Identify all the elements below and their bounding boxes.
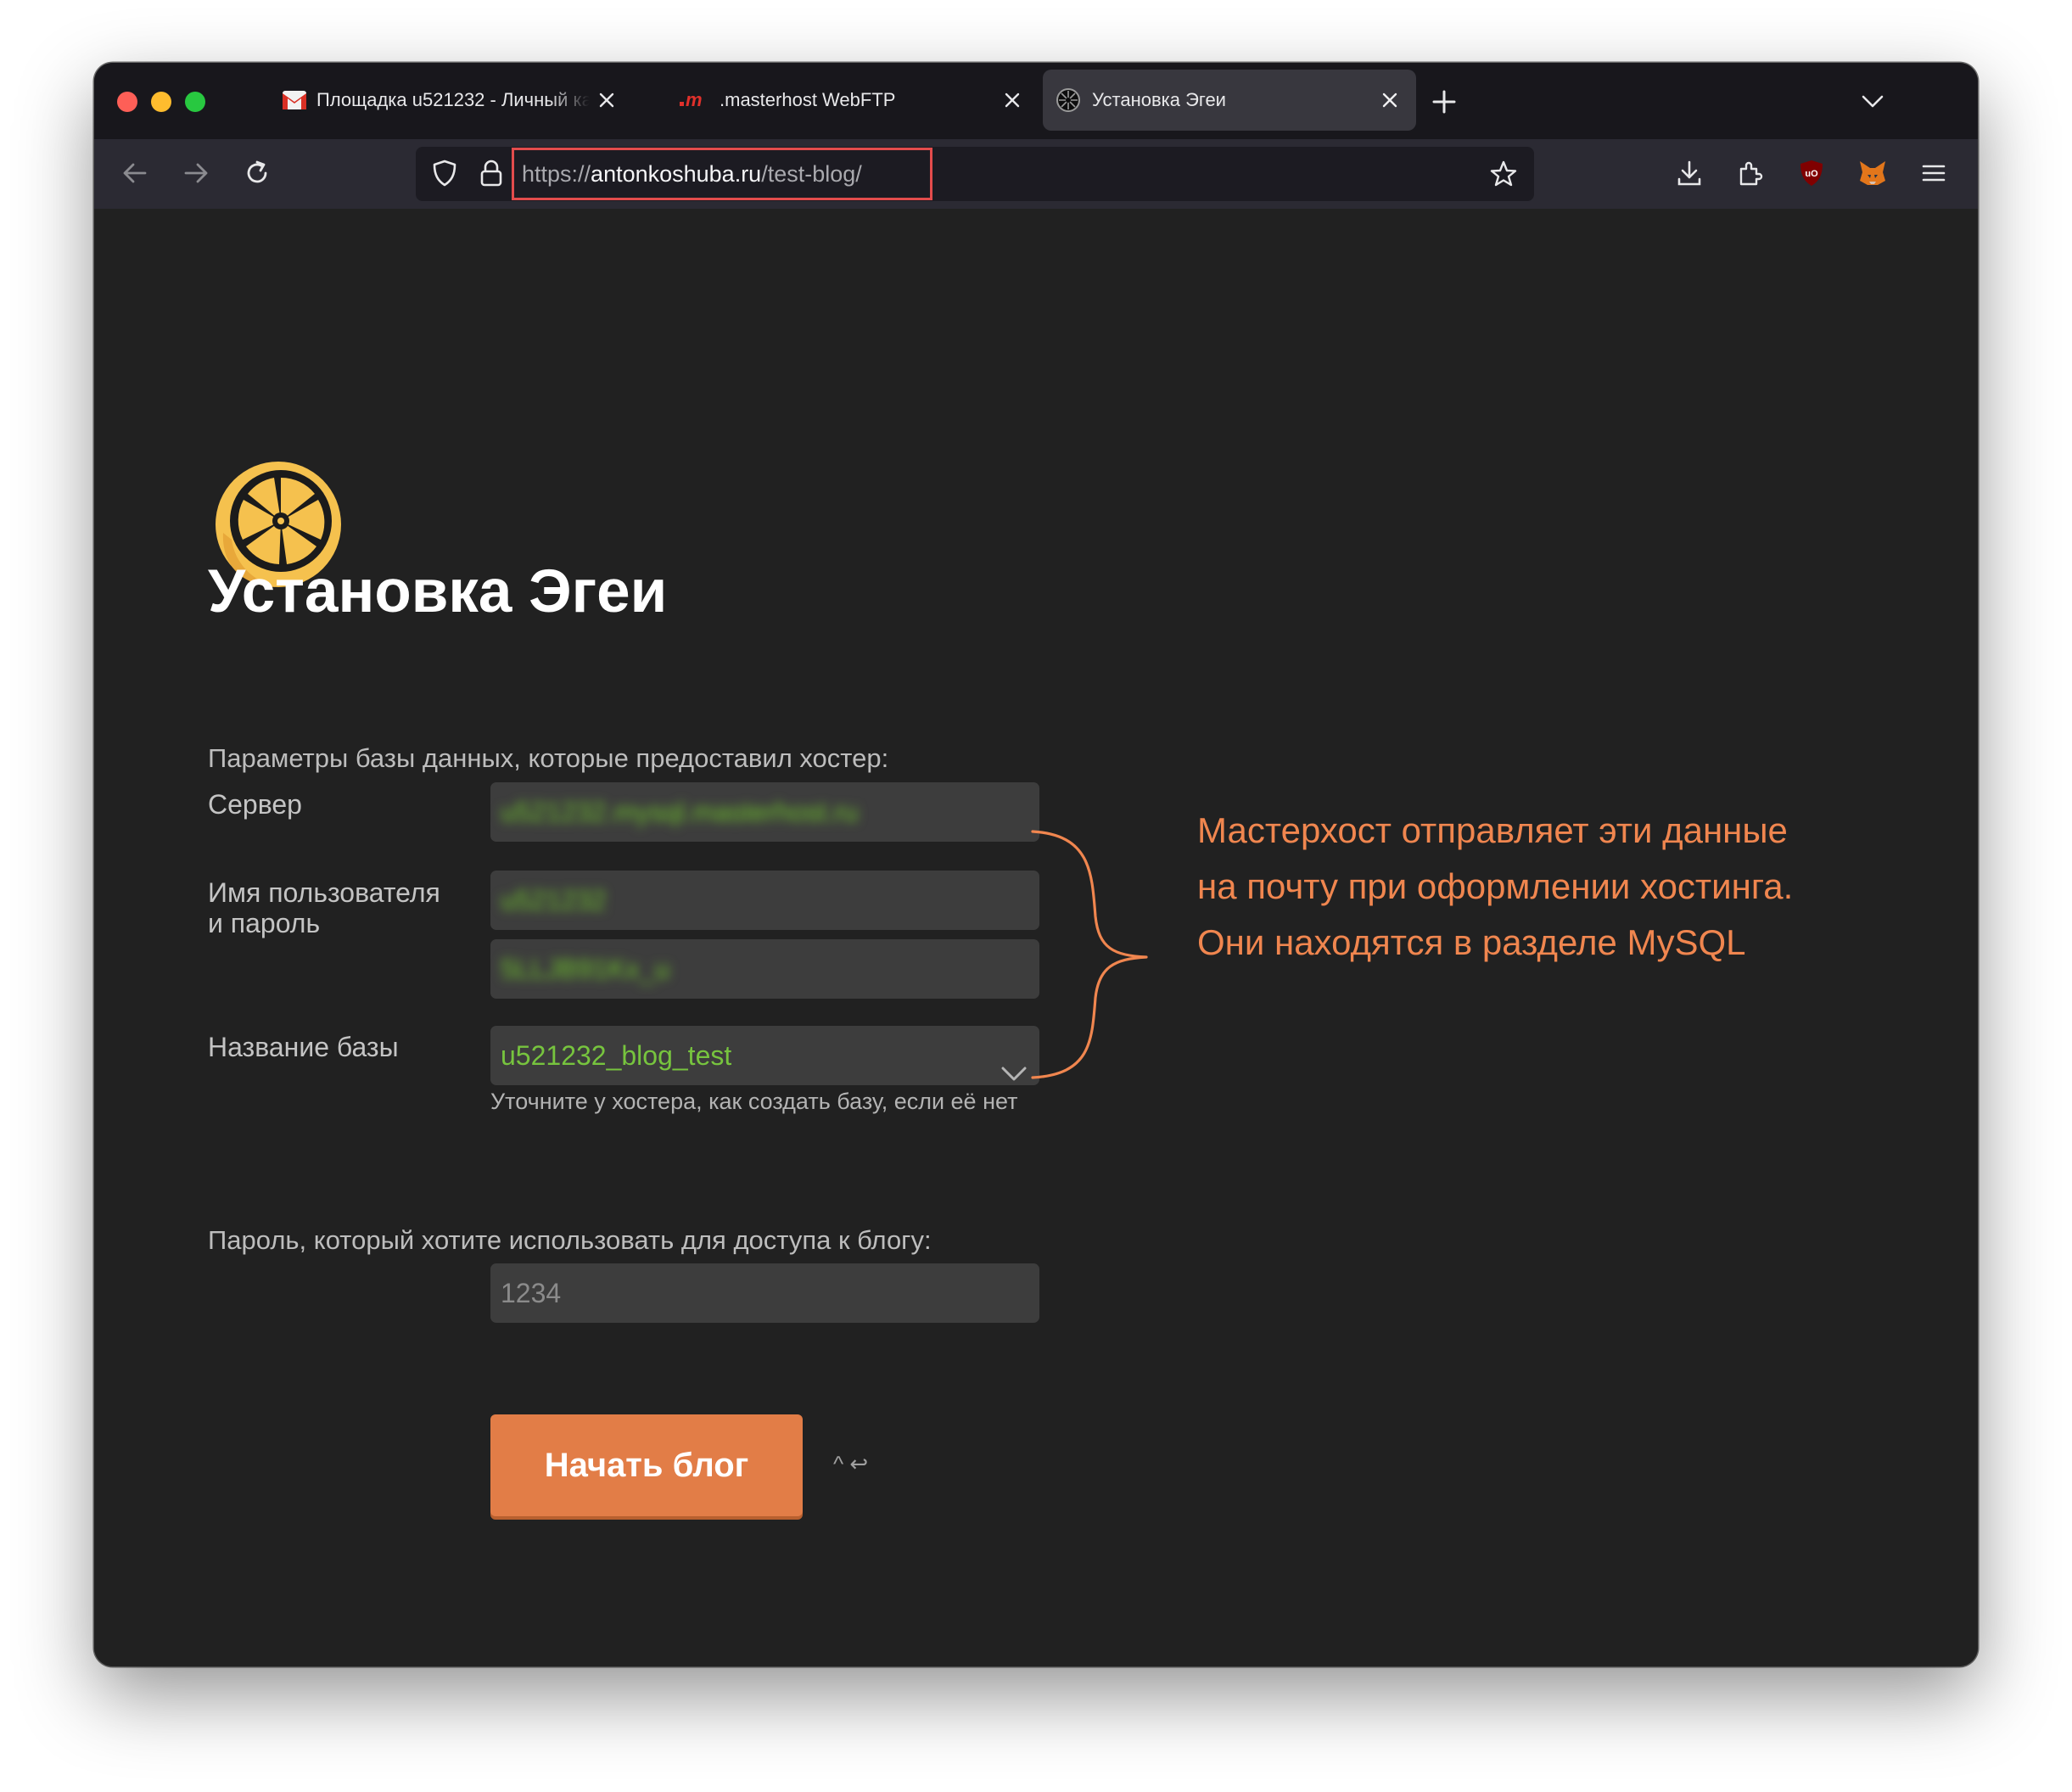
server-input-value: u521232.mysql.masterhost.ru <box>501 797 859 827</box>
page-title: Установка Эгеи <box>208 558 668 625</box>
close-icon[interactable] <box>1000 87 1025 113</box>
forward-arrow-icon[interactable] <box>181 158 211 188</box>
chevron-down-icon[interactable] <box>1860 88 1885 114</box>
dbname-label: Название базы <box>208 1032 399 1062</box>
bookmark-star-icon[interactable] <box>1488 159 1519 189</box>
menu-icon[interactable] <box>1918 158 1949 188</box>
username-label-line2: и пароль <box>208 908 321 938</box>
blog-password-label: Пароль, который хотите использовать для … <box>208 1225 932 1255</box>
svg-text:uO: uO <box>1805 169 1818 179</box>
username-label: Имя пользователя и пароль <box>208 877 440 938</box>
blog-password-input[interactable]: 1234 <box>490 1263 1039 1323</box>
username-label-line1: Имя пользователя <box>208 877 440 908</box>
username-input[interactable]: u521232 <box>490 871 1039 930</box>
password-input[interactable]: 5LLJB91Kx_u <box>490 939 1039 999</box>
reload-icon[interactable] <box>242 158 272 188</box>
navigation-bar: uO <box>94 139 1978 210</box>
tab-title: Площадка u521232 - Личный кабинет <box>316 89 590 110</box>
close-icon[interactable] <box>1377 87 1403 113</box>
blog-password-input-value: 1234 <box>501 1278 562 1308</box>
close-icon[interactable] <box>594 87 619 113</box>
url-highlight-box <box>512 148 932 200</box>
masterhost-icon: m <box>678 87 712 113</box>
lock-icon[interactable] <box>476 158 507 188</box>
tab-aegea-install[interactable]: Установка Эгеи <box>1043 70 1416 131</box>
aegea-icon <box>1056 87 1081 113</box>
keyboard-shortcut-hint: ^ ↩ <box>833 1451 869 1476</box>
back-arrow-icon[interactable] <box>120 158 150 188</box>
server-input[interactable]: u521232.mysql.masterhost.ru <box>490 782 1039 842</box>
dbname-select[interactable]: u521232_blog_test <box>490 1026 1039 1085</box>
browser-window: Площадка u521232 - Личный кабинет m .mas… <box>94 63 1978 1666</box>
annotation-line3: Они находятся в разделе MySQL <box>1197 922 1746 962</box>
shield-icon[interactable] <box>429 158 460 188</box>
tab-bar: Площадка u521232 - Личный кабинет m .mas… <box>94 63 1978 139</box>
annotation-line1: Мастерхост отправляет эти данные <box>1197 810 1788 850</box>
download-icon[interactable] <box>1674 158 1705 188</box>
dbname-select-value: u521232_blog_test <box>501 1040 732 1071</box>
metamask-fox-icon[interactable] <box>1857 158 1888 188</box>
db-section-label: Параметры базы данных, которые предостав… <box>208 743 889 773</box>
annotation-text: Мастерхост отправляет эти данные на почт… <box>1197 803 1793 971</box>
dbname-hint: Уточните у хостера, как создать базу, ес… <box>490 1089 1018 1114</box>
minimize-window-button[interactable] <box>151 92 171 112</box>
extensions-icon[interactable] <box>1735 158 1766 188</box>
new-tab-icon[interactable] <box>1431 88 1458 115</box>
tab-title: .masterhost WebFTP <box>720 89 896 110</box>
tab-title: Установка Эгеи <box>1092 89 1226 110</box>
close-window-button[interactable] <box>117 92 137 112</box>
password-input-value: 5LLJB91Kx_u <box>501 954 670 984</box>
svg-text:m: m <box>686 90 703 110</box>
gmail-icon <box>282 87 307 113</box>
username-input-value: u521232 <box>501 885 607 916</box>
server-label: Сервер <box>208 789 302 820</box>
ublock-origin-icon[interactable]: uO <box>1796 158 1827 188</box>
curly-brace-icon <box>1022 823 1175 1084</box>
maximize-window-button[interactable] <box>185 92 205 112</box>
annotation-line2: на почту при оформлении хостинга. <box>1197 866 1794 906</box>
page-content: Установка Эгеи Параметры базы данных, ко… <box>94 209 1978 1666</box>
start-blog-button[interactable]: Начать блог <box>490 1414 803 1516</box>
